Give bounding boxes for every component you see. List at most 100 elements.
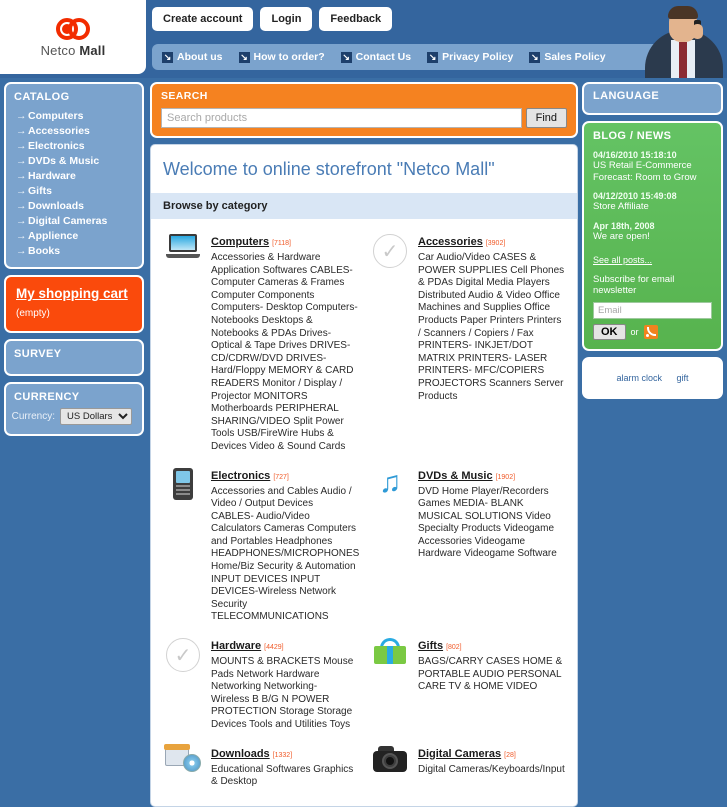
category-description: Digital Cameras/Keyboards/Input xyxy=(418,763,565,775)
search-panel: SEARCH Find xyxy=(150,82,578,138)
category-description: BAGS/CARRY CASES HOME & PORTABLE AUDIO P… xyxy=(418,656,563,693)
sidebar-item-books[interactable]: Books xyxy=(14,243,134,258)
category-card-gifts[interactable]: Gifts [802] BAGS/CARRY CASES HOME & PORTA… xyxy=(364,631,571,739)
survey-title: SURVEY xyxy=(14,348,62,360)
search-title: SEARCH xyxy=(161,90,208,102)
sidebar-item-hardware[interactable]: Hardware xyxy=(14,168,134,183)
sidebar-item-computers[interactable]: Computers xyxy=(14,108,134,123)
category-card-electronics[interactable]: Electronics [727] Accessories and Cables … xyxy=(157,461,364,632)
category-card-digital-cameras[interactable]: Digital Cameras [28] Digital Cameras/Keyb… xyxy=(364,739,571,796)
category-link[interactable]: Electronics xyxy=(211,470,270,482)
sidebar-item-digital-cameras[interactable]: Digital Cameras xyxy=(14,213,134,228)
nav-sales-policy[interactable]: ↘ Sales Policy xyxy=(529,51,606,63)
category-link[interactable]: Digital Cameras xyxy=(418,748,501,760)
shopping-cart-panel[interactable]: My shopping cart (empty) xyxy=(4,275,144,333)
category-body: Gifts [802] BAGS/CARRY CASES HOME & PORTA… xyxy=(418,636,565,732)
sidebar-item-dvds-music[interactable]: DVDs & Music xyxy=(14,153,134,168)
news-item: Apr 18th, 2008 We are open! xyxy=(593,221,712,243)
nav-contact-us[interactable]: ↘ Contact Us xyxy=(340,51,411,63)
news-item: 04/12/2010 15:49:08 Store Affiliate xyxy=(593,191,712,213)
search-input[interactable] xyxy=(161,108,522,128)
nav-how-to-order[interactable]: ↘ How to order? xyxy=(238,51,325,63)
laptop-icon xyxy=(163,232,203,454)
nav-privacy-policy[interactable]: ↘ Privacy Policy xyxy=(427,51,513,63)
category-description: Educational Softwares Graphics & Desktop xyxy=(211,763,354,788)
currency-select[interactable]: US Dollars xyxy=(60,408,132,425)
category-body: Digital Cameras [28] Digital Cameras/Keyb… xyxy=(418,744,565,789)
category-count: [3902] xyxy=(485,240,506,247)
check-circle-icon: ✓ xyxy=(370,232,410,454)
category-count: [1332] xyxy=(272,751,293,759)
category-card-computers[interactable]: Computers [7118] Accessories & Hardware A… xyxy=(157,227,364,461)
category-link[interactable]: Computers xyxy=(211,236,269,248)
category-card-dvds-music[interactable]: ♫ DVDs & Music [1902] DVD Home Player/Rec… xyxy=(364,461,571,632)
subscribe-ok-button[interactable]: OK xyxy=(593,324,626,340)
nav-label: Sales Policy xyxy=(544,51,606,63)
category-link[interactable]: Downloads xyxy=(211,748,270,760)
news-headline[interactable]: US Retail E-Commerce Forecast: Room to G… xyxy=(593,160,712,183)
category-count: [4429] xyxy=(264,644,284,652)
nav-about-us[interactable]: ↘ About us xyxy=(162,51,223,63)
category-link[interactable]: DVDs & Music xyxy=(418,470,493,482)
nav-label: Privacy Policy xyxy=(442,51,514,63)
sidebar-item-applience[interactable]: Applience xyxy=(14,228,134,243)
logo-text: Netco Mall xyxy=(41,43,106,58)
news-date: 04/12/2010 15:49:08 xyxy=(593,191,677,201)
news-item: 04/16/2010 15:18:10 US Retail E-Commerce… xyxy=(593,150,712,183)
category-link[interactable]: Accessories xyxy=(418,236,483,248)
email-field[interactable] xyxy=(593,302,712,319)
sidebar-item-downloads[interactable]: Downloads xyxy=(14,198,134,213)
login-button[interactable]: Login xyxy=(260,7,313,31)
category-card-downloads[interactable]: Downloads [1332] Educational Softwares Gr… xyxy=(157,739,364,796)
find-button[interactable]: Find xyxy=(525,108,567,128)
page-title: Welcome to online storefront "Netco Mall… xyxy=(163,159,495,179)
storefront-page: Netco Mall Create account Login Feedback… xyxy=(0,0,727,807)
tag-alarm-clock[interactable]: alarm clock xyxy=(617,373,663,383)
browse-by-category-header: Browse by category xyxy=(151,193,577,219)
category-count: [7118] xyxy=(272,240,292,247)
category-body: Downloads [1332] Educational Softwares Gr… xyxy=(211,744,358,789)
news-headline[interactable]: We are open! xyxy=(593,231,712,243)
language-title: LANGUAGE xyxy=(593,90,660,102)
cart-title[interactable]: My shopping cart xyxy=(16,286,132,301)
site-logo[interactable]: Netco Mall xyxy=(0,0,146,74)
tag-gift[interactable]: gift xyxy=(676,373,688,383)
category-count: [1902] xyxy=(495,473,516,481)
sidebar-item-accessories[interactable]: Accessories xyxy=(14,123,134,138)
rss-icon[interactable] xyxy=(643,325,658,339)
arrow-down-right-icon: ↘ xyxy=(340,51,352,63)
category-card-hardware[interactable]: ✓ Hardware [4429] MOUNTS & BRACKETS Mouse… xyxy=(157,631,364,739)
page-body: CATALOG Computers Accessories Electronic… xyxy=(0,78,727,807)
news-headline[interactable]: Store Affiliate xyxy=(593,201,712,213)
category-count: [802] xyxy=(446,644,462,652)
category-card-accessories[interactable]: ✓ Accessories [3902] Car Audio/Video CASE… xyxy=(364,227,571,461)
currency-label: Currency: xyxy=(11,411,55,422)
businessman-photo xyxy=(637,0,727,78)
category-link[interactable]: Hardware xyxy=(211,640,261,652)
search-row: Find xyxy=(161,108,567,128)
hand-shape xyxy=(692,24,703,39)
feedback-button[interactable]: Feedback xyxy=(319,7,393,31)
survey-panel: SURVEY xyxy=(4,339,144,376)
currency-panel: CURRENCY Currency: US Dollars xyxy=(4,382,144,436)
account-buttons: Create account Login Feedback xyxy=(152,7,393,31)
sidebar-item-gifts[interactable]: Gifts xyxy=(14,183,134,198)
main-navigation: ↘ About us ↘ How to order? ↘ Contact Us … xyxy=(152,44,717,70)
category-count: [727] xyxy=(273,473,289,481)
category-count: [28] xyxy=(504,751,516,759)
category-link[interactable]: Gifts xyxy=(418,640,443,652)
category-body: Accessories [3902] Car Audio/Video CASES … xyxy=(418,232,565,454)
main-content: SEARCH Find Welcome to online storefront… xyxy=(150,82,578,807)
sidebar-item-electronics[interactable]: Electronics xyxy=(14,138,134,153)
see-all-posts-link[interactable]: See all posts... xyxy=(593,255,652,265)
create-account-button[interactable]: Create account xyxy=(152,7,254,31)
tie-shape xyxy=(679,42,687,78)
catalog-title: CATALOG xyxy=(14,91,70,103)
catalog-list: Computers Accessories Electronics DVDs &… xyxy=(14,108,134,258)
news-date: 04/16/2010 15:18:10 xyxy=(593,150,677,160)
camera-icon xyxy=(370,744,410,789)
gift-icon xyxy=(370,636,410,732)
category-description: Accessories and Cables Audio / Video / O… xyxy=(211,485,360,623)
tag-cloud-panel: alarm clock gift xyxy=(582,357,723,399)
blog-news-panel: BLOG / NEWS 04/16/2010 15:18:10 US Retai… xyxy=(582,121,723,351)
